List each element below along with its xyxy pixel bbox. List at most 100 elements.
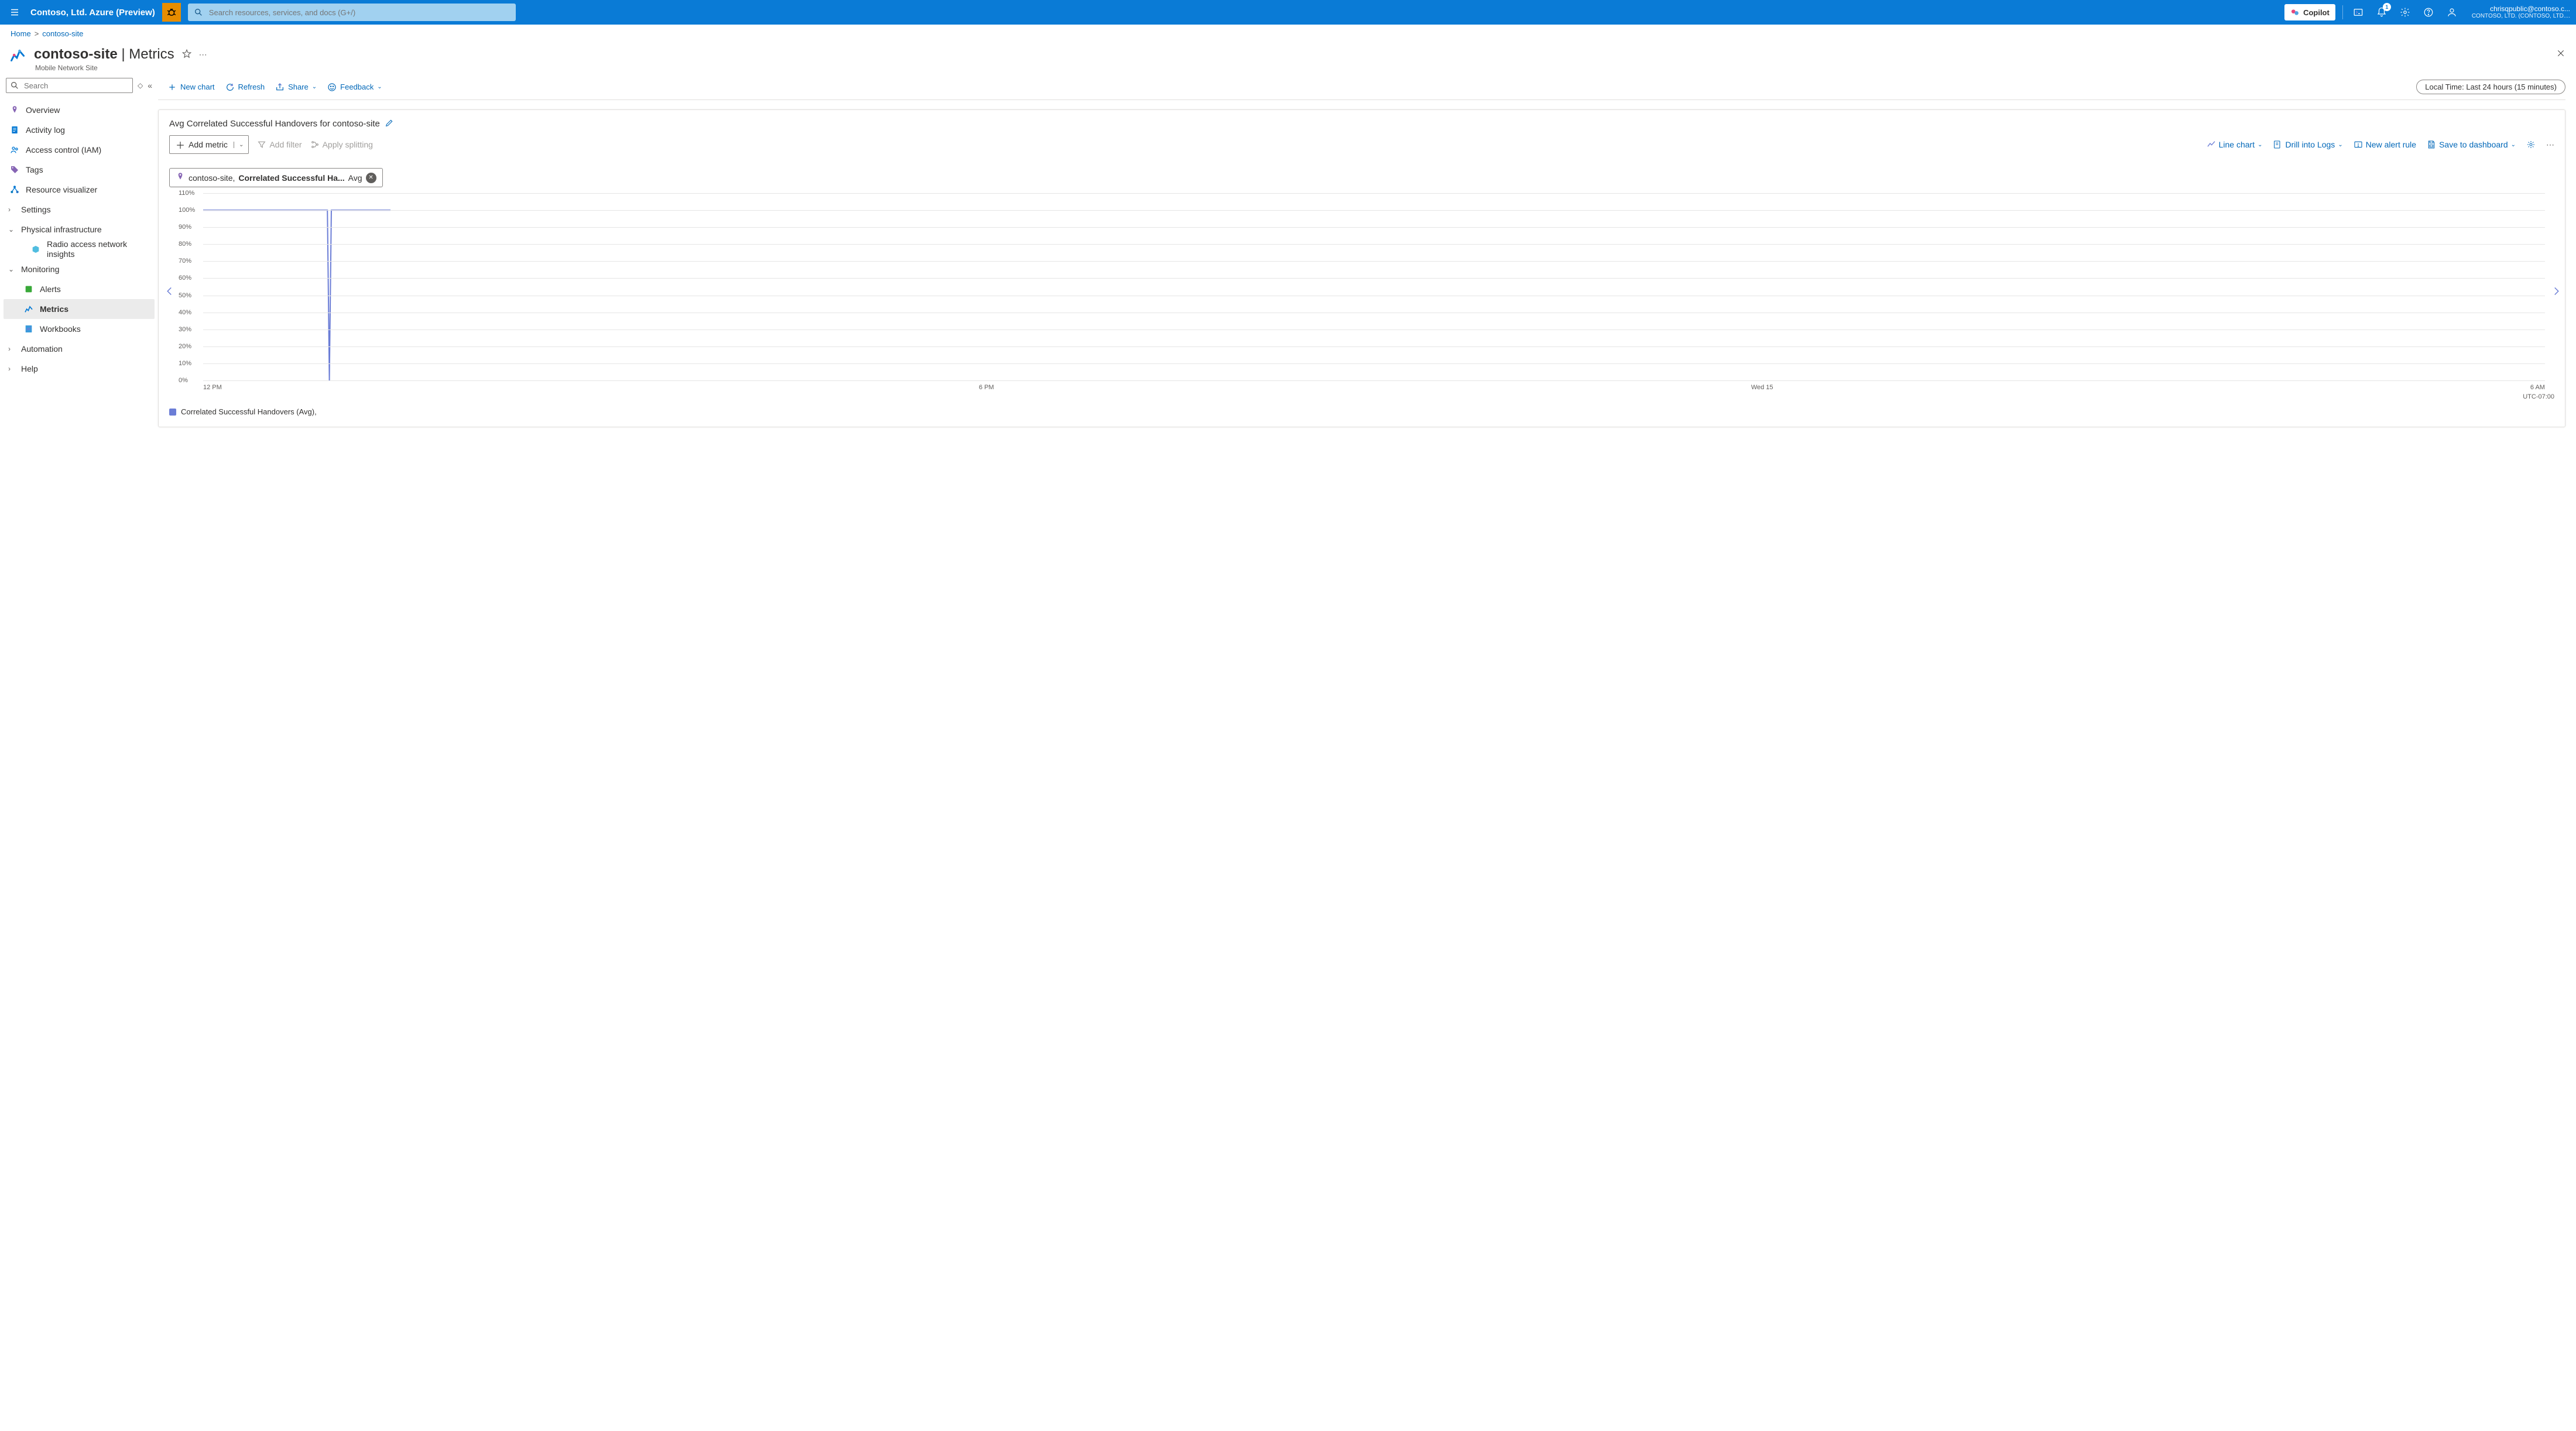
metric-name: Correlated Successful Ha... bbox=[238, 173, 344, 183]
help-icon[interactable] bbox=[2420, 4, 2437, 20]
sidebar-collapse-button[interactable]: « bbox=[148, 81, 152, 90]
metric-pill[interactable]: contoso-site, Correlated Successful Ha..… bbox=[169, 168, 383, 187]
sidebar-item-tags[interactable]: Tags bbox=[4, 160, 155, 180]
chart-prev-button[interactable] bbox=[165, 284, 175, 300]
sidebar-section-help[interactable]: › Help bbox=[4, 359, 155, 379]
feedback-icon[interactable] bbox=[2444, 4, 2460, 20]
cloud-shell-icon[interactable] bbox=[2350, 4, 2366, 20]
save-dashboard-button[interactable]: Save to dashboard⌄ bbox=[2427, 140, 2516, 149]
sidebar-section-automation[interactable]: › Automation bbox=[4, 339, 155, 359]
metric-aggregation: Avg bbox=[348, 173, 362, 183]
pin-icon bbox=[176, 172, 185, 183]
copilot-label: Copilot bbox=[2303, 8, 2330, 17]
sidebar-item-label: Resource visualizer bbox=[26, 185, 97, 194]
graph-icon bbox=[9, 184, 20, 195]
more-actions-button[interactable]: ⋯ bbox=[199, 50, 207, 60]
divider bbox=[2342, 5, 2343, 19]
add-metric-dropdown[interactable]: ⌄ bbox=[234, 142, 248, 148]
cube-icon bbox=[30, 244, 41, 255]
global-header: Contoso, Ltd. Azure (Preview) Copilot 1 … bbox=[0, 0, 2576, 25]
sidebar-search-input[interactable] bbox=[23, 81, 129, 91]
chart-settings-button[interactable] bbox=[2526, 140, 2536, 149]
close-blade-button[interactable] bbox=[2556, 49, 2565, 61]
workbook-icon bbox=[23, 324, 34, 334]
time-range-picker[interactable]: Local Time: Last 24 hours (15 minutes) bbox=[2416, 80, 2565, 94]
chevron-down-icon: ⌄ bbox=[2511, 142, 2516, 148]
favorite-button[interactable] bbox=[181, 49, 192, 61]
page-subtitle: Mobile Network Site bbox=[8, 64, 98, 72]
notifications-icon[interactable]: 1 bbox=[2373, 4, 2390, 20]
preview-bug-button[interactable] bbox=[162, 3, 181, 22]
button-label: Add metric bbox=[189, 140, 228, 149]
gridline bbox=[203, 261, 2545, 262]
chart-more-button[interactable]: ⋯ bbox=[2546, 140, 2554, 150]
chart-area[interactable]: 110%100%90%80%70%60%50%40%30%20%10%0% 12… bbox=[179, 193, 2545, 391]
y-axis-label: 90% bbox=[179, 224, 191, 231]
feedback-button[interactable]: Feedback ⌄ bbox=[327, 83, 382, 92]
new-chart-button[interactable]: New chart bbox=[167, 83, 215, 92]
x-axis-label: 6 AM bbox=[2530, 384, 2545, 391]
global-search-input[interactable] bbox=[208, 8, 510, 18]
add-metric-button[interactable]: ＋Add metric ⌄ bbox=[169, 135, 249, 154]
chart-title: Avg Correlated Successful Handovers for … bbox=[169, 119, 380, 129]
chart-type-button[interactable]: Line chart⌄ bbox=[2207, 140, 2263, 149]
sidebar-section-monitoring[interactable]: ⌄ Monitoring bbox=[4, 259, 155, 279]
settings-icon[interactable] bbox=[2397, 4, 2413, 20]
chart-toolbar: ＋Add metric ⌄ Add filter Apply splitting… bbox=[169, 135, 2554, 154]
sidebar-item-alerts[interactable]: Alerts bbox=[4, 279, 155, 299]
copilot-button[interactable]: Copilot bbox=[2284, 4, 2335, 20]
chevron-down-icon: ⌄ bbox=[2338, 142, 2342, 148]
account-menu[interactable]: chrisqpublic@contoso.c... CONTOSO, LTD. … bbox=[2472, 5, 2570, 20]
metrics-icon bbox=[23, 304, 34, 314]
command-label: Share bbox=[288, 83, 309, 91]
sidebar-item-resviz[interactable]: Resource visualizer bbox=[4, 180, 155, 200]
new-alert-button[interactable]: New alert rule bbox=[2354, 140, 2416, 149]
share-button[interactable]: Share ⌄ bbox=[275, 83, 317, 92]
sidebar-item-label: Metrics bbox=[40, 304, 68, 314]
sidebar-item-label: Tags bbox=[26, 165, 43, 174]
legend-label: Correlated Successful Handovers (Avg), bbox=[181, 407, 317, 416]
gridline bbox=[203, 278, 2545, 279]
sidebar-search[interactable] bbox=[6, 78, 133, 93]
y-axis-label: 10% bbox=[179, 360, 191, 367]
sidebar-item-activity[interactable]: Activity log bbox=[4, 120, 155, 140]
add-filter-button: Add filter bbox=[257, 140, 302, 149]
y-axis-label: 0% bbox=[179, 377, 188, 384]
sidebar-item-metrics[interactable]: Metrics bbox=[4, 299, 155, 319]
sidebar-item-ran[interactable]: Radio access network insights bbox=[4, 239, 155, 259]
edit-title-button[interactable] bbox=[385, 118, 394, 129]
sidebar-section-physical[interactable]: ⌄ Physical infrastructure bbox=[4, 219, 155, 239]
x-axis-label: 12 PM bbox=[203, 384, 222, 391]
drill-logs-button[interactable]: Drill into Logs⌄ bbox=[2273, 140, 2342, 149]
chart-next-button[interactable] bbox=[2551, 284, 2561, 300]
chevron-right-icon: › bbox=[8, 205, 16, 214]
command-bar: New chart Refresh Share ⌄ Feedback ⌄ Loc… bbox=[158, 74, 2565, 100]
tag-icon bbox=[9, 164, 20, 175]
x-axis-label: Wed 15 bbox=[1751, 384, 1773, 391]
people-icon bbox=[9, 145, 20, 155]
apply-splitting-button: Apply splitting bbox=[310, 140, 373, 149]
breadcrumb-current[interactable]: contoso-site bbox=[42, 29, 83, 38]
breadcrumb-home[interactable]: Home bbox=[11, 29, 31, 38]
command-label: New chart bbox=[180, 83, 215, 91]
gridline bbox=[203, 363, 2545, 364]
refresh-button[interactable]: Refresh bbox=[225, 83, 265, 92]
sidebar-sort-button[interactable]: ◇ bbox=[138, 81, 143, 90]
chevron-down-icon: ⌄ bbox=[312, 84, 317, 90]
sidebar: ◇ « Overview Activity log Access control… bbox=[0, 74, 158, 1431]
remove-metric-button[interactable]: ✕ bbox=[366, 173, 376, 183]
global-search[interactable] bbox=[188, 4, 516, 21]
chevron-down-icon: ⌄ bbox=[8, 225, 16, 234]
sidebar-section-settings[interactable]: › Settings bbox=[4, 200, 155, 219]
y-axis-label: 110% bbox=[179, 190, 194, 197]
sidebar-item-label: Physical infrastructure bbox=[21, 225, 102, 234]
y-axis-label: 50% bbox=[179, 292, 191, 299]
hamburger-menu[interactable] bbox=[6, 4, 23, 21]
sidebar-item-label: Automation bbox=[21, 344, 63, 354]
sidebar-item-overview[interactable]: Overview bbox=[4, 100, 155, 120]
sidebar-item-iam[interactable]: Access control (IAM) bbox=[4, 140, 155, 160]
gridline bbox=[203, 244, 2545, 245]
tenant-title[interactable]: Contoso, Ltd. Azure (Preview) bbox=[30, 8, 155, 18]
sidebar-item-workbooks[interactable]: Workbooks bbox=[4, 319, 155, 339]
sidebar-item-label: Workbooks bbox=[40, 324, 81, 334]
